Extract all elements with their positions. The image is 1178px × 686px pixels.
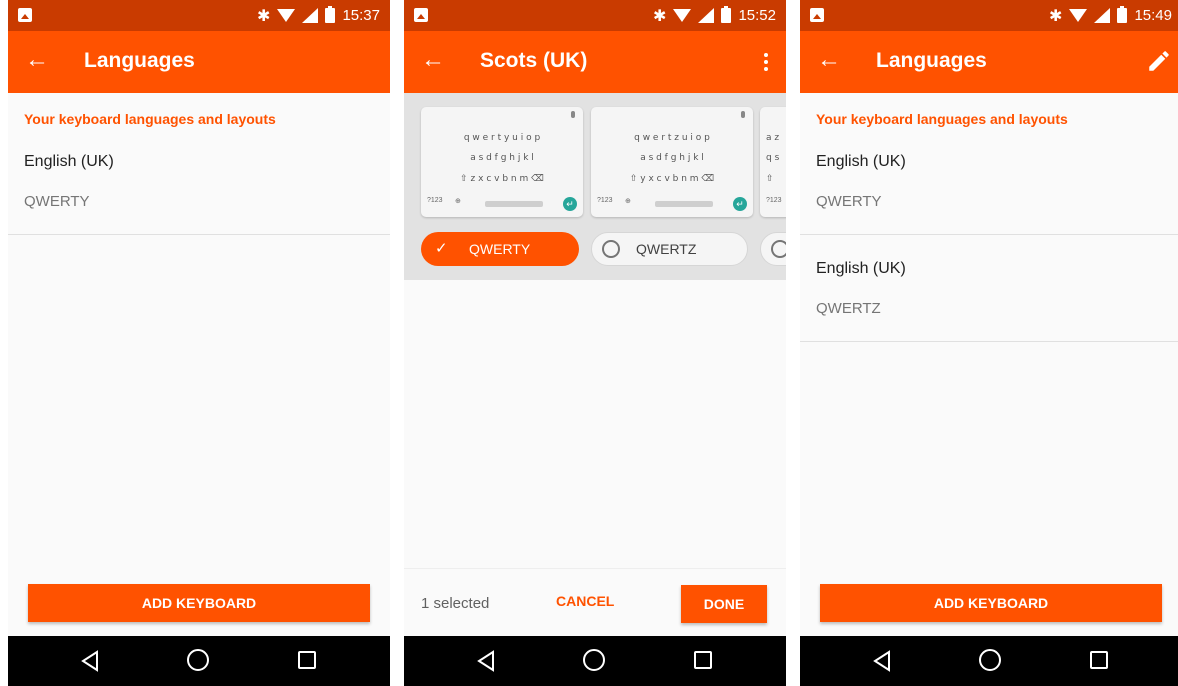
keyboard-row: a s d f g h j k l bbox=[640, 153, 704, 163]
keyboard-preview-partial[interactable]: a z q s ⇧ ?123 bbox=[760, 107, 786, 217]
done-button[interactable]: DONE bbox=[681, 585, 767, 623]
nav-home-icon[interactable] bbox=[583, 649, 605, 671]
add-keyboard-button[interactable]: ADD KEYBOARD bbox=[820, 584, 1162, 622]
enter-icon: ↵ bbox=[563, 197, 577, 211]
keyboard-row: q w e r t y u i o p bbox=[463, 133, 541, 143]
keyboard-row: ⇧ bbox=[766, 174, 774, 184]
nav-home-icon[interactable] bbox=[187, 649, 209, 671]
enter-icon: ↵ bbox=[733, 197, 747, 211]
keyboard-symbol-key: ?123 bbox=[766, 197, 782, 204]
globe-icon: ⊕ bbox=[455, 198, 461, 205]
nav-back-icon[interactable] bbox=[872, 650, 892, 672]
signal-icon bbox=[698, 8, 715, 23]
nav-recents-icon[interactable] bbox=[1090, 651, 1108, 669]
nav-home-icon[interactable] bbox=[979, 649, 1001, 671]
back-arrow-icon[interactable]: ← bbox=[22, 45, 52, 75]
layout-chip-qwertz[interactable]: QWERTZ bbox=[591, 232, 748, 266]
status-bar: ✱ 15:37 bbox=[8, 0, 390, 31]
more-options-icon[interactable] bbox=[756, 47, 776, 77]
language-name: English (UK) bbox=[816, 153, 906, 170]
page-title: Scots (UK) bbox=[480, 49, 588, 72]
language-name: English (UK) bbox=[24, 153, 114, 170]
wifi-icon bbox=[277, 9, 296, 22]
layout-chip-label: QWERTY bbox=[469, 241, 531, 257]
language-layout: QWERTY bbox=[24, 193, 90, 210]
nav-bar bbox=[8, 636, 390, 686]
keyboard-row: a z bbox=[766, 133, 780, 143]
battery-icon bbox=[325, 6, 336, 23]
cancel-button[interactable]: CANCEL bbox=[556, 593, 614, 609]
radio-unchecked-icon bbox=[602, 240, 620, 258]
screen-layout-picker: ✱ 15:52 ← Scots (UK) q w e r t y u i o p… bbox=[404, 0, 786, 686]
language-item[interactable]: English (UK) QWERTZ bbox=[800, 235, 1178, 342]
keyboard-symbol-key: ?123 bbox=[427, 197, 443, 204]
bluetooth-icon: ✱ bbox=[257, 7, 271, 25]
nav-back-icon[interactable] bbox=[80, 650, 100, 672]
nav-bar bbox=[800, 636, 1178, 686]
keyboard-preview-qwerty[interactable]: q w e r t y u i o p a s d f g h j k l ⇧ … bbox=[421, 107, 583, 217]
back-arrow-icon[interactable]: ← bbox=[418, 45, 448, 75]
image-notification-icon bbox=[810, 8, 824, 22]
language-item[interactable]: English (UK) QWERTY bbox=[8, 128, 390, 235]
bluetooth-icon: ✱ bbox=[1049, 7, 1063, 25]
mic-icon bbox=[741, 111, 745, 118]
selected-count: 1 selected bbox=[421, 595, 490, 612]
image-notification-icon bbox=[18, 8, 32, 22]
battery-icon bbox=[1117, 6, 1128, 23]
keyboard-row: q w e r t z u i o p bbox=[634, 133, 710, 143]
layout-chip-partial[interactable] bbox=[760, 232, 786, 266]
wifi-icon bbox=[673, 9, 692, 22]
nav-back-icon[interactable] bbox=[476, 650, 496, 672]
nav-recents-icon[interactable] bbox=[694, 651, 712, 669]
status-bar: ✱ 15:52 bbox=[404, 0, 786, 31]
add-keyboard-button[interactable]: ADD KEYBOARD bbox=[28, 584, 370, 622]
wifi-icon bbox=[1069, 9, 1088, 22]
keyboard-row: q s bbox=[766, 153, 780, 163]
keyboard-row: a s d f g h j k l bbox=[470, 153, 534, 163]
signal-icon bbox=[302, 8, 319, 23]
page-title: Languages bbox=[876, 49, 987, 72]
back-arrow-icon[interactable]: ← bbox=[814, 45, 844, 75]
language-layout: QWERTY bbox=[816, 193, 882, 210]
signal-icon bbox=[1094, 8, 1111, 23]
status-bar: ✱ 15:49 bbox=[800, 0, 1178, 31]
app-bar: ← Languages bbox=[800, 31, 1178, 93]
bottom-action-bar: 1 selected CANCEL DONE bbox=[404, 568, 786, 636]
app-bar: ← Scots (UK) bbox=[404, 31, 786, 93]
page-title: Languages bbox=[84, 49, 195, 72]
language-name: English (UK) bbox=[816, 260, 906, 277]
keyboard-row: ⇧ z x c v b n m ⌫ bbox=[460, 174, 544, 184]
battery-icon bbox=[721, 6, 732, 23]
mic-icon bbox=[571, 111, 575, 118]
check-icon: ✓ bbox=[435, 240, 448, 257]
layout-chip-qwerty[interactable]: ✓ QWERTY bbox=[421, 232, 579, 266]
space-bar bbox=[485, 201, 543, 207]
screen-languages-updated: ✱ 15:49 ← Languages Your keyboard langua… bbox=[800, 0, 1178, 686]
layout-chip-label: QWERTZ bbox=[636, 241, 697, 257]
nav-recents-icon[interactable] bbox=[298, 651, 316, 669]
language-item[interactable]: English (UK) QWERTY bbox=[800, 128, 1178, 235]
status-time: 15:49 bbox=[1134, 7, 1172, 24]
app-bar: ← Languages bbox=[8, 31, 390, 93]
image-notification-icon bbox=[414, 8, 428, 22]
space-bar bbox=[655, 201, 713, 207]
status-time: 15:52 bbox=[738, 7, 776, 24]
keyboard-row: ⇧ y x c v b n m ⌫ bbox=[629, 174, 715, 184]
status-time: 15:37 bbox=[342, 7, 380, 24]
globe-icon: ⊕ bbox=[625, 198, 631, 205]
radio-unchecked-icon bbox=[771, 240, 786, 258]
bluetooth-icon: ✱ bbox=[653, 7, 667, 25]
section-header: Your keyboard languages and layouts bbox=[816, 111, 1068, 127]
section-header: Your keyboard languages and layouts bbox=[24, 111, 276, 127]
screen-languages: ✱ 15:37 ← Languages Your keyboard langua… bbox=[8, 0, 390, 686]
nav-bar bbox=[404, 636, 786, 686]
pencil-icon[interactable] bbox=[1146, 48, 1172, 74]
keyboard-symbol-key: ?123 bbox=[597, 197, 613, 204]
keyboard-preview-qwertz[interactable]: q w e r t z u i o p a s d f g h j k l ⇧ … bbox=[591, 107, 753, 217]
language-layout: QWERTZ bbox=[816, 300, 881, 317]
